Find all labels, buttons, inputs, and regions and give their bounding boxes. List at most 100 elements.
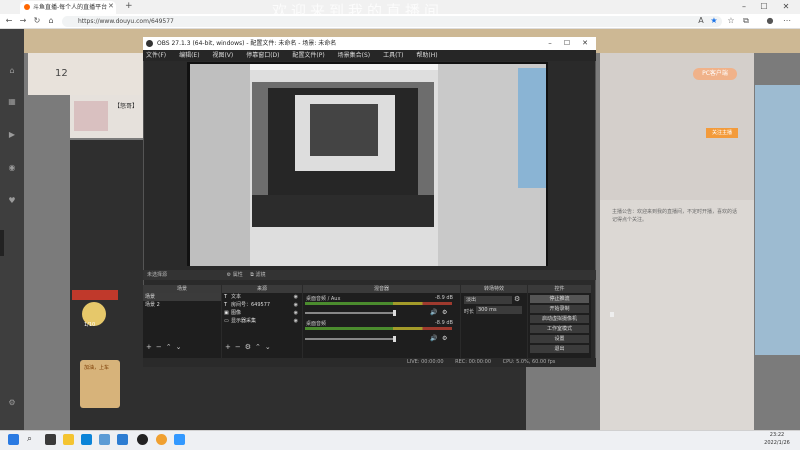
app-taskbar-icon[interactable] <box>174 434 185 445</box>
store-icon[interactable] <box>117 434 128 445</box>
collections-icon[interactable]: ⧉ <box>741 16 751 26</box>
cheer-car-label: 加油，上车 <box>84 365 110 371</box>
sidebar-follow-icon[interactable]: ♥ <box>4 196 20 216</box>
menu-profile[interactable]: 配置文件(P) <box>292 52 324 59</box>
obs-taskbar-icon[interactable] <box>137 434 148 445</box>
new-tab-button[interactable]: + <box>125 1 133 11</box>
source-item[interactable]: ▣ 图像 ◉ <box>222 309 302 317</box>
sidebar-video-icon[interactable]: ▶ <box>4 130 20 150</box>
close-window-icon[interactable]: ✕ <box>780 1 792 13</box>
transition-settings-icon[interactable]: ⚙ <box>514 295 520 303</box>
sidebar-home-icon[interactable]: ⌂ <box>4 66 20 86</box>
sidebar-game-icon[interactable]: ◉ <box>4 163 20 183</box>
obs-maximize-icon[interactable]: ☐ <box>562 38 572 49</box>
cpu-fps: CPU: 5.0%, 60.00 fps <box>502 359 556 365</box>
back-icon[interactable]: ← <box>4 16 14 26</box>
read-aloud-icon[interactable]: A <box>696 16 706 26</box>
gift-progress-label: 1/10 <box>84 322 96 328</box>
profile-avatar-icon[interactable]: ● <box>765 16 775 26</box>
scene-item[interactable]: 场景 <box>143 293 221 301</box>
settings-button[interactable]: 设置 <box>530 335 589 343</box>
maximize-window-icon[interactable]: ☐ <box>758 1 770 13</box>
forward-icon[interactable]: → <box>18 16 28 26</box>
source-label: 房间号：649577 <box>231 302 271 308</box>
mouse-cursor <box>610 312 614 317</box>
filters-button[interactable]: ⧉ 滤镜 <box>250 272 265 278</box>
follow-button[interactable]: 关注主播 <box>706 128 738 138</box>
streamer-avatar[interactable] <box>74 101 108 131</box>
minimize-window-icon[interactable]: – <box>738 1 750 13</box>
menu-help[interactable]: 帮助(H) <box>416 52 437 59</box>
mixer-track-db: -8.9 dB <box>435 295 453 301</box>
mixer-header: 混音器 <box>303 285 460 293</box>
source-label: 图像 <box>231 310 242 316</box>
obs-minimize-icon[interactable]: – <box>545 38 555 49</box>
file-explorer-icon[interactable] <box>63 434 74 445</box>
volume-fader-knob[interactable] <box>393 310 396 316</box>
favorites-icon[interactable]: ☆ <box>726 16 736 26</box>
close-tab-icon[interactable]: ✕ <box>108 2 114 10</box>
source-item[interactable]: ▭ 显示器采集 ◉ <box>222 317 302 325</box>
favorite-star-icon[interactable]: ★ <box>709 16 719 26</box>
menu-edit[interactable]: 编辑(E) <box>179 52 199 59</box>
menu-docks[interactable]: 停靠窗口(D) <box>246 52 279 59</box>
rec-time: REC: 00:00:00 <box>455 359 492 365</box>
display-source-icon: ▭ <box>224 318 229 324</box>
transition-select[interactable]: 淡出 <box>464 296 512 304</box>
sidebar-category-icon[interactable]: ▦ <box>4 97 20 117</box>
speaker-icon[interactable]: 🔊 <box>430 335 437 342</box>
pc-client-button[interactable]: PC客户端 <box>693 68 737 80</box>
source-control-bar: 未选择源 ⚙ 属性 ⧉ 滤镜 <box>143 270 596 280</box>
properties-button[interactable]: ⚙ 属性 <box>227 272 243 278</box>
preview-capture-ads <box>518 68 546 188</box>
home-icon[interactable]: ⌂ <box>46 16 56 26</box>
live-time: LIVE: 00:00:00 <box>407 359 444 365</box>
menu-view[interactable]: 视图(V) <box>212 52 233 59</box>
menu-scene-collection[interactable]: 场景集合(S) <box>338 52 371 59</box>
taskbar-clock[interactable]: 23:22 2022/1/26 <box>760 431 794 447</box>
volume-fader-knob[interactable] <box>393 336 396 342</box>
obs-close-icon[interactable]: ✕ <box>580 38 590 49</box>
scenes-toolbar[interactable]: +−⌃⌄ <box>146 343 185 351</box>
more-menu-icon[interactable]: ⋯ <box>782 16 792 26</box>
sources-header: 来源 <box>222 285 302 293</box>
start-virtual-camera-button[interactable]: 启动虚拟摄像机 <box>530 315 589 323</box>
studio-mode-button[interactable]: 工作室模式 <box>530 325 589 333</box>
gear-icon[interactable]: ⚙ <box>442 309 447 316</box>
start-recording-button[interactable]: 开始录制 <box>530 305 589 313</box>
duration-input[interactable]: 300 ms <box>476 306 522 314</box>
visibility-icon[interactable]: ◉ <box>294 317 298 325</box>
task-view-icon[interactable] <box>45 434 56 445</box>
sidebar-collapse-handle[interactable] <box>0 230 4 256</box>
scene-item[interactable]: 场景 2 <box>143 301 221 309</box>
side-advertisement[interactable] <box>755 85 800 355</box>
douyu-favicon-icon <box>24 4 30 10</box>
visibility-icon[interactable]: ◉ <box>294 293 298 301</box>
gear-icon[interactable]: ⚙ <box>442 335 447 342</box>
start-windows-icon[interactable] <box>8 434 19 445</box>
preview-capture-left <box>190 64 250 266</box>
sidebar-settings-icon[interactable]: ⚙ <box>4 398 20 418</box>
visibility-icon[interactable]: ◉ <box>294 309 298 317</box>
edge-browser-icon[interactable] <box>81 434 92 445</box>
source-item[interactable]: T 文本 ◉ <box>222 293 302 301</box>
menu-tools[interactable]: 工具(T) <box>383 52 403 59</box>
source-item[interactable]: T 房间号：649577 ◉ <box>222 301 302 309</box>
announcement-text: 主播公告：欢迎来到我的直播间，不定时开播，喜欢的话记得点个关注。 <box>612 209 738 223</box>
volume-fader[interactable] <box>305 312 395 314</box>
reload-icon[interactable]: ↻ <box>32 16 42 26</box>
browser-tab[interactable]: 斗鱼直播-每个人的直播平台 <box>20 1 116 14</box>
level-number: 12 <box>55 68 68 79</box>
douyu-taskbar-icon[interactable] <box>156 434 167 445</box>
address-bar[interactable]: https://www.douyu.com/649577 <box>62 16 722 27</box>
menu-file[interactable]: 文件(F) <box>146 52 166 59</box>
text-source-icon: T <box>224 302 228 308</box>
sources-toolbar[interactable]: +−⚙⌃⌄ <box>225 343 275 351</box>
volume-fader[interactable] <box>305 338 395 340</box>
exit-button[interactable]: 退出 <box>530 345 589 353</box>
visibility-icon[interactable]: ◉ <box>294 301 298 309</box>
speaker-icon[interactable]: 🔊 <box>430 309 437 316</box>
mail-icon[interactable] <box>99 434 110 445</box>
stop-streaming-button[interactable]: 停止推流 <box>530 295 589 303</box>
search-icon[interactable]: ⌕ <box>27 434 38 445</box>
